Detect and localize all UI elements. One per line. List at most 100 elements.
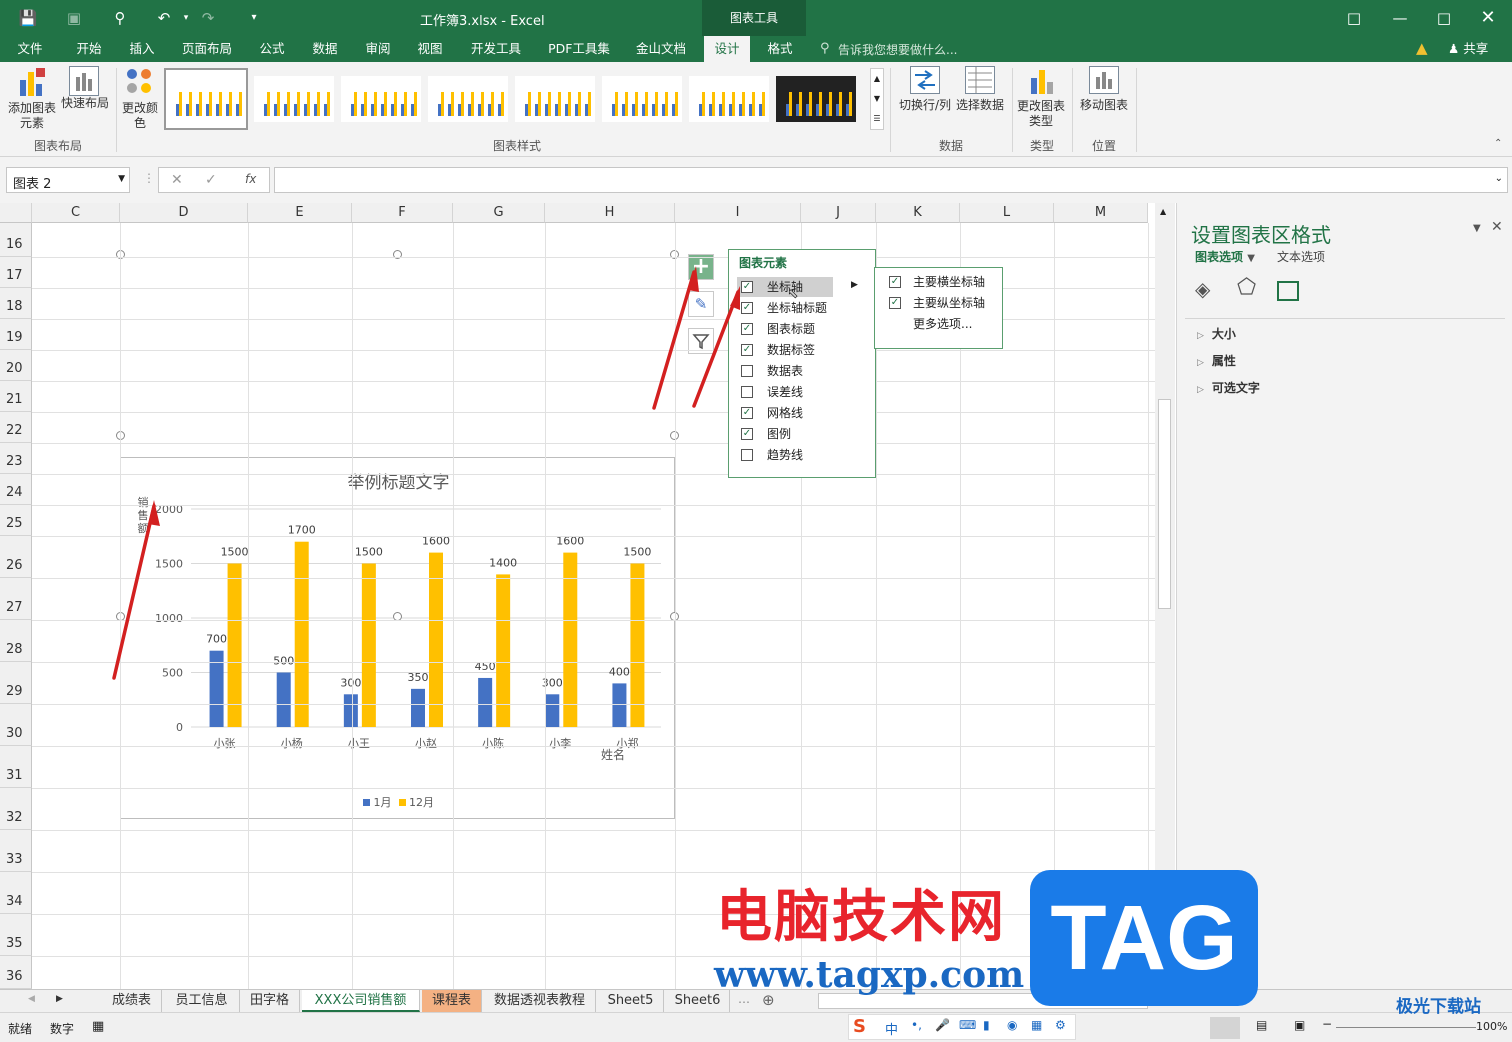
chart-style-thumb[interactable] xyxy=(254,76,334,122)
gallery-scroll[interactable]: ▲ ▼ ☰ xyxy=(870,68,884,130)
pane-close-icon[interactable]: ✕ xyxy=(1491,219,1503,235)
warning-icon[interactable]: ▲ xyxy=(1416,39,1428,57)
checkbox-icon[interactable]: ✓ xyxy=(741,302,753,314)
tab-pdf-tools[interactable]: PDF工具集 xyxy=(540,36,618,62)
ime-game-icon[interactable]: ◉ xyxy=(1007,1018,1017,1032)
tab-review[interactable]: 审阅 xyxy=(356,36,400,62)
page-layout-view-icon[interactable]: ▤ xyxy=(1256,1018,1267,1032)
plot-area[interactable]: 0500100015002000小张7001500小杨5001700小王3001… xyxy=(121,458,676,820)
checkbox-icon[interactable]: ✓ xyxy=(741,281,753,293)
sheet-tab[interactable]: XXX公司销售额 xyxy=(302,990,420,1012)
checkbox-icon[interactable]: ✓ xyxy=(741,428,753,440)
fill-line-icon[interactable]: ◈ xyxy=(1195,277,1210,301)
chart-area[interactable]: 举例标题文字 销售额 姓名 0 500 1000 1500 2000 小张 700 1500 小… xyxy=(120,457,675,819)
switch-row-col-button[interactable]: 切换行/列 xyxy=(896,66,954,132)
row-header-16[interactable]: 16 xyxy=(0,223,32,257)
checkbox-icon[interactable]: ✓ xyxy=(889,276,901,288)
zoom-slider[interactable] xyxy=(1336,1027,1476,1028)
row-header-36[interactable]: 36 xyxy=(0,956,32,989)
collapse-ribbon-icon[interactable]: ⌃ xyxy=(1494,138,1502,149)
tab-design[interactable]: 设计 xyxy=(704,36,750,62)
search-doc-icon[interactable]: ⚲ xyxy=(110,8,130,28)
prev-sheet-icon[interactable]: ◀ xyxy=(28,994,35,1004)
row-header-34[interactable]: 34 xyxy=(0,872,32,914)
move-chart-button[interactable]: 移动图表 xyxy=(1076,66,1132,132)
sheet-tab[interactable]: 成绩表 xyxy=(102,990,162,1012)
ime-apps-icon[interactable]: ▦ xyxy=(1031,1018,1042,1032)
bar-12月[interactable] xyxy=(294,541,309,727)
next-sheet-icon[interactable]: ▶ xyxy=(56,994,63,1004)
quick-layout-button[interactable]: 快速布局 xyxy=(60,66,110,132)
column-header-I[interactable]: I xyxy=(675,203,801,223)
size-properties-icon[interactable] xyxy=(1277,281,1299,301)
checkbox-icon[interactable]: ✓ xyxy=(741,407,753,419)
checkbox-icon[interactable]: ✓ xyxy=(889,297,901,309)
column-header-L[interactable]: L xyxy=(960,203,1054,223)
tell-me-input[interactable]: 告诉我您想要做什么... xyxy=(838,41,957,58)
chart-styles-gallery[interactable] xyxy=(164,68,870,130)
undo-icon[interactable]: ↶ xyxy=(154,8,174,28)
chart-element-item[interactable]: 误差线 xyxy=(741,382,851,402)
chart-element-item[interactable]: ✓ 图例 xyxy=(741,424,851,444)
zoom-level[interactable]: 100% xyxy=(1476,1020,1507,1033)
chart-styles-brush-icon[interactable]: ✎ xyxy=(688,291,714,317)
column-header-F[interactable]: F xyxy=(352,203,453,223)
pane-options-icon[interactable]: ▼ xyxy=(1473,223,1481,234)
bar-1月[interactable] xyxy=(411,688,425,727)
pane-section[interactable]: ▷ 属性 xyxy=(1197,352,1236,369)
row-header-35[interactable]: 35 xyxy=(0,914,32,956)
row-header-20[interactable]: 20 xyxy=(0,350,32,381)
maximize-icon[interactable]: □ xyxy=(1434,8,1454,28)
tab-page-layout[interactable]: 页面布局 xyxy=(174,36,240,62)
row-header-29[interactable]: 29 xyxy=(0,662,32,704)
customize-qat-icon[interactable]: ▾ xyxy=(244,8,264,28)
chart-style-thumb[interactable] xyxy=(341,76,421,122)
formula-input[interactable]: ⌄ xyxy=(274,167,1508,193)
name-box[interactable]: 图表 2 ▼ xyxy=(6,167,130,193)
row-header-24[interactable]: 24 xyxy=(0,474,32,505)
column-header-G[interactable]: G xyxy=(453,203,545,223)
checkbox-icon[interactable] xyxy=(741,449,753,461)
chart-style-thumb[interactable] xyxy=(515,76,595,122)
sheet-tab[interactable]: 田字格 xyxy=(240,990,300,1012)
chart-style-thumb[interactable] xyxy=(428,76,508,122)
bar-1月[interactable] xyxy=(545,694,560,727)
ime-lang-icon[interactable]: 中 xyxy=(885,1019,898,1038)
column-header-M[interactable]: M xyxy=(1054,203,1148,223)
tab-data[interactable]: 数据 xyxy=(304,36,346,62)
add-chart-element-button[interactable]: 添加图表元素 xyxy=(4,66,58,132)
axis-submenu-arrow-icon[interactable]: ▶ xyxy=(851,280,858,290)
axis-submenu-item[interactable]: ✓ 主要纵坐标轴 xyxy=(889,293,999,313)
column-header-H[interactable]: H xyxy=(545,203,675,223)
row-header-32[interactable]: 32 xyxy=(0,788,32,830)
ime-punct-icon[interactable]: •, xyxy=(911,1018,922,1032)
tab-file[interactable]: 文件 xyxy=(8,36,52,62)
sheet-tab[interactable]: Sheet5 xyxy=(598,990,664,1012)
tab-format[interactable]: 格式 xyxy=(758,36,802,62)
ime-mic-icon[interactable]: 🎤 xyxy=(935,1018,950,1032)
axis-submenu-item[interactable]: ✓ 主要横坐标轴 xyxy=(889,272,999,292)
chart-style-thumb[interactable] xyxy=(776,76,856,122)
axis-submenu-item[interactable]: 更多选项... xyxy=(889,314,999,334)
column-header-K[interactable]: K xyxy=(876,203,960,223)
scroll-up-icon[interactable]: ▲ xyxy=(1160,207,1166,216)
print-preview-icon[interactable]: ▣ xyxy=(64,8,84,28)
column-header-J[interactable]: J xyxy=(801,203,876,223)
chart-element-item[interactable]: ✓ 网格线 xyxy=(741,403,851,423)
row-header-30[interactable]: 30 xyxy=(0,704,32,746)
row-header-17[interactable]: 17 xyxy=(0,257,32,288)
chart-legend[interactable]: 1月 12月 xyxy=(121,794,676,810)
chart-style-thumb[interactable] xyxy=(689,76,769,122)
row-header-21[interactable]: 21 xyxy=(0,381,32,412)
ime-keyboard-icon[interactable]: ⌨ xyxy=(959,1018,976,1032)
bar-12月[interactable] xyxy=(227,563,242,728)
sheet-tab[interactable]: 数据透视表教程 xyxy=(484,990,596,1012)
redo-icon[interactable]: ↷ xyxy=(198,8,218,28)
checkbox-icon[interactable]: ✓ xyxy=(741,344,753,356)
tab-view[interactable]: 视图 xyxy=(408,36,452,62)
chart-element-item[interactable]: 趋势线 xyxy=(741,445,851,465)
effects-pentagon-icon[interactable]: ⬠ xyxy=(1237,275,1256,300)
select-all[interactable] xyxy=(0,203,32,223)
macro-record-icon[interactable]: ▦ xyxy=(92,1019,104,1034)
chart-style-thumb[interactable] xyxy=(602,76,682,122)
